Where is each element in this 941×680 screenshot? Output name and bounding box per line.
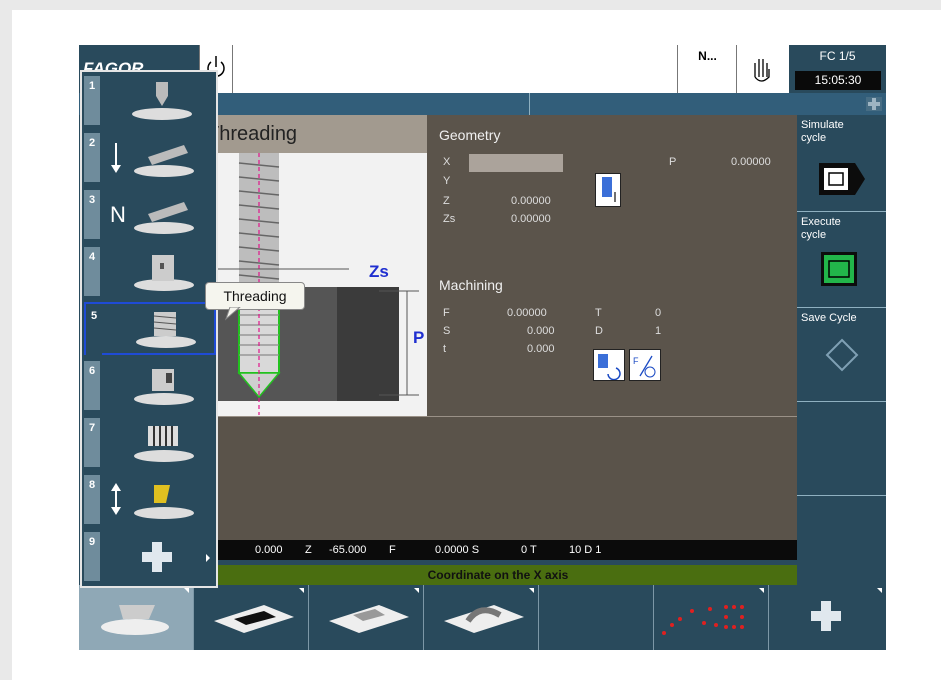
tool-direction-icon[interactable] [595,173,621,207]
add-tab[interactable] [769,585,883,650]
tapping-icon [134,426,194,462]
drilling-cycles-tab[interactable] [79,585,194,650]
threading-icon [136,312,196,348]
f-value[interactable]: 0.00000 [507,307,547,319]
centerpunch-icon [132,82,192,120]
clock: 15:05:30 [795,71,881,90]
y-label: Y [443,175,451,187]
machining-header: Machining [439,277,503,293]
boring-icon [134,255,194,291]
geometry-header: Geometry [439,127,501,143]
status-message: Coordinate on the X axis [199,565,797,585]
menu-item-9[interactable]: 9 [84,530,216,583]
p-param-label: P [669,156,677,168]
zs-label: Zs [369,262,389,281]
x-field[interactable] [469,154,563,172]
cycle-menu: 1 2 3 N 4 5 6 7 8 9 [80,70,218,588]
multiple-positioning-tab[interactable] [654,585,769,650]
simulate-cycle-label: Simulate cycle [801,119,844,144]
coord-f-label: F [389,544,396,556]
coord-z-label: Z [305,544,312,556]
menu-item-2[interactable]: 2 [84,131,216,184]
coord-x: 0.000 [255,544,283,556]
execute-cycle-label: Execute cycle [801,216,841,241]
tooltip-pointer [224,307,241,321]
execute-cycle-button[interactable]: Execute cycle [797,211,886,306]
zs-value[interactable]: 0.00000 [511,213,551,225]
coord-t: 10 D 1 [569,544,602,556]
cycle-title: Threading [199,115,427,153]
execute-icon [821,252,857,286]
menu-item-7[interactable]: 7 [84,416,216,469]
cycle-drawing [199,115,427,417]
s-value[interactable]: 0.000 [527,325,555,337]
boring-insert-icon [111,483,194,519]
p-value[interactable]: 0.00000 [731,156,771,168]
empty-tab[interactable] [539,585,654,650]
coord-f: 0.0000 S [435,544,480,556]
menu-item-6[interactable]: 6 [84,359,216,412]
coord-z: -65.000 [329,544,367,556]
add-cycle-icon [142,542,210,572]
x-label: X [443,156,451,168]
p-label: P [413,328,425,347]
f-label: F [443,307,450,319]
save-cycle-label: Save Cycle [801,312,857,324]
drilling-icon [111,143,194,177]
menu-number: 8 [84,475,100,524]
menu-item-8[interactable]: 8 [84,473,216,526]
parameter-panel: Geometry X Y Z 0.00000 Zs 0.00000 P 0.00… [427,115,797,417]
coordinate-bar: 0.000 Z -65.000 F 0.0000 S 0 T 10 D 1 [199,540,797,560]
s-label: S [443,325,451,337]
plus-icon[interactable] [866,97,882,111]
menu-number: 6 [84,361,100,410]
svg-text:N: N [110,202,126,227]
zs-param-label: Zs [443,213,456,225]
save-cycle-button[interactable]: Save Cycle [797,307,886,402]
d-value[interactable]: 1 [655,325,661,337]
menu-number: 1 [84,76,100,125]
save-cycle-icon [825,338,859,375]
simulate-icon [819,161,865,200]
d-label: D [595,325,603,337]
coord-s: 0 T [521,544,537,556]
softkey-4[interactable] [797,401,886,496]
menu-number: 7 [84,418,100,467]
menu-item-1[interactable]: 1 [84,74,216,127]
boss-cycles-tab[interactable] [309,585,424,650]
peck-drilling-icon: N [110,202,194,234]
z-label: Z [443,195,450,207]
program-sub [677,69,737,93]
cycle-title-text: Threading [207,123,298,145]
menu-number: 5 [86,306,102,355]
menu-number: 9 [84,532,100,581]
menu-number: 3 [84,190,100,239]
tool-label: T [595,307,602,319]
pocket-cycles-tab[interactable] [194,585,309,650]
bottom-softkeys [79,585,886,650]
menu-number: 2 [84,133,100,182]
feed-mode-icon[interactable]: F [629,349,661,381]
manual-hand-icon[interactable] [736,45,789,93]
menu-item-4[interactable]: 4 [84,245,216,298]
z-value[interactable]: 0.00000 [511,195,551,207]
menu-item-3[interactable]: 3 N [84,188,216,241]
softkey-5[interactable] [797,495,886,590]
svg-text:F: F [633,356,639,366]
t-label: t [443,343,447,355]
message-area [199,417,797,540]
program-name: N... [677,45,737,69]
softkey-panel: Simulate cycle Execute cycle Save Cycle [797,115,886,585]
reaming-icon [134,369,194,405]
tool-value[interactable]: 0 [655,307,661,319]
t-value[interactable]: 0.000 [527,343,555,355]
spindle-rotation-icon[interactable] [593,349,625,381]
profile-cycles-tab[interactable] [424,585,539,650]
simulate-cycle-button[interactable]: Simulate cycle [797,115,886,209]
menu-tooltip: Threading [205,282,305,310]
fc-indicator: FC 1/5 [789,45,886,69]
menu-number: 4 [84,247,100,296]
menu-item-5[interactable]: 5 [84,302,216,355]
